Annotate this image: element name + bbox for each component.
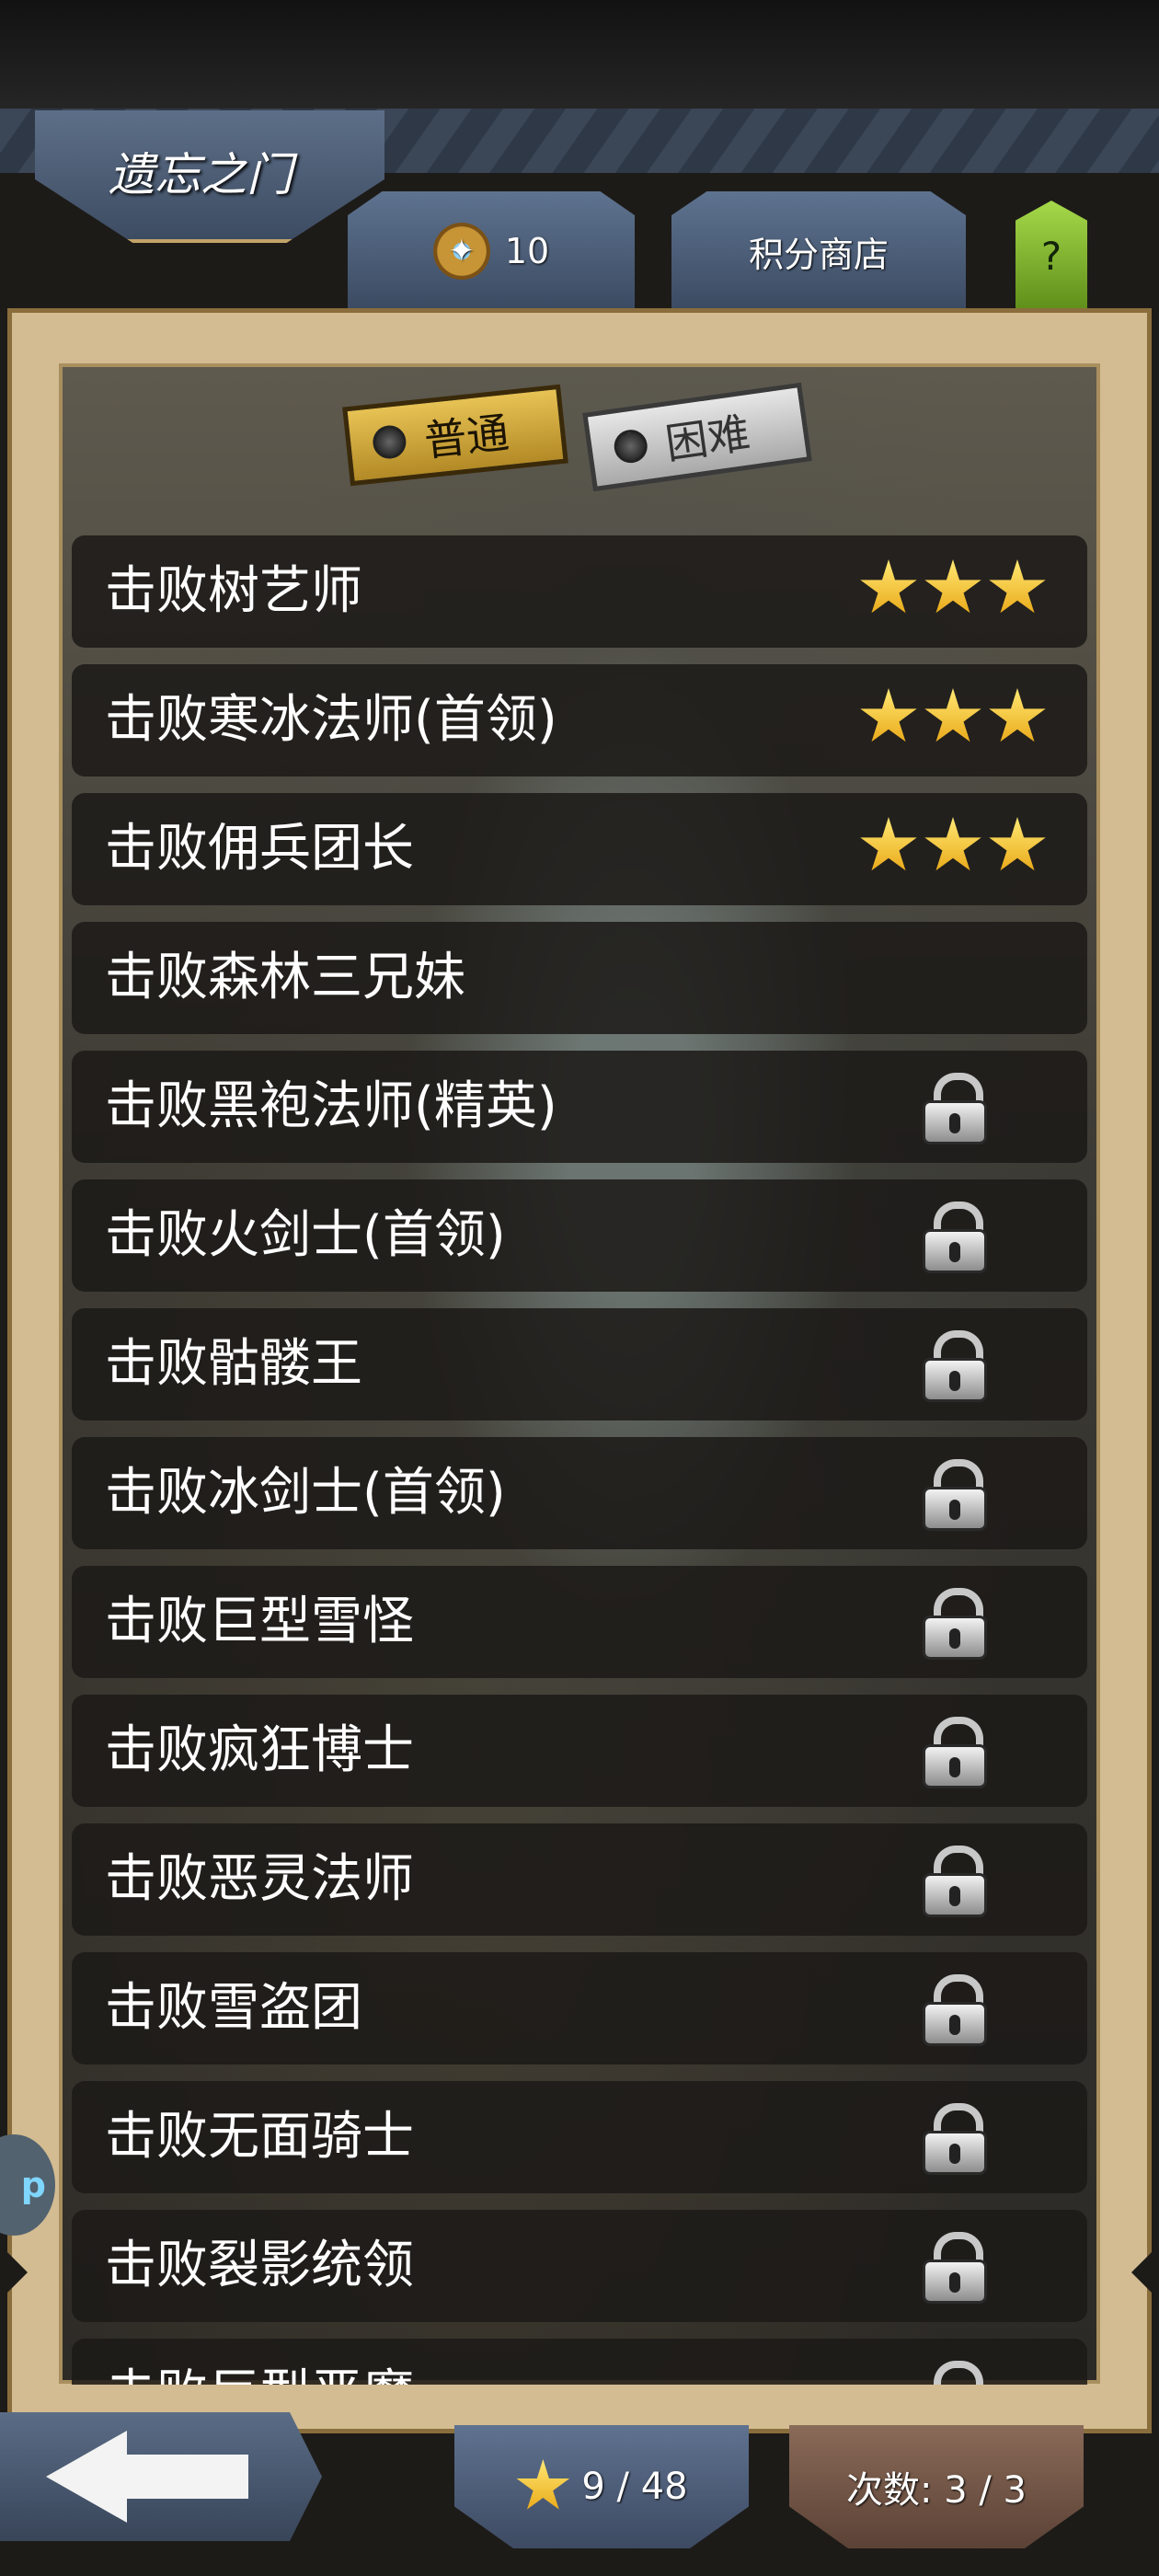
quest-row[interactable]: 击败寒冰法师(首领) [72, 664, 1087, 776]
quest-row[interactable]: 击败佣兵团长 [72, 793, 1087, 905]
side-bubble-label: p [20, 2165, 46, 2205]
lock-icon [923, 1974, 987, 2046]
attempts-value: 次数: 3 / 3 [846, 2469, 1027, 2512]
star-icon [924, 559, 981, 614]
star-icon [516, 2459, 570, 2510]
star-icon [989, 688, 1046, 742]
quest-label: 击败佣兵团长 [105, 819, 414, 879]
lock-icon [923, 1330, 987, 1402]
attempts-counter: 次数: 3 / 3 [789, 2425, 1084, 2548]
quest-row[interactable]: 击败疯狂博士 [72, 1695, 1087, 1807]
quest-label: 击败树艺师 [105, 561, 362, 621]
star-icon [924, 688, 981, 742]
quest-label: 击败寒冰法师(首领) [105, 690, 557, 750]
quest-label: 击败雪盗团 [105, 1978, 362, 2038]
points-shop-button[interactable]: 积分商店 [671, 191, 966, 311]
quest-row[interactable]: 击败黑袍法师(精英) [72, 1051, 1087, 1163]
quest-row[interactable]: 击败恶灵法师 [72, 1823, 1087, 1936]
quest-row[interactable]: 击败巨型恶魔 [72, 2339, 1087, 2385]
quest-label: 击败黑袍法师(精英) [105, 1076, 557, 1136]
star-icon [860, 688, 917, 742]
quest-label: 击败无面骑士 [105, 2107, 414, 2167]
quest-row[interactable]: 击败冰剑士(首领) [72, 1437, 1087, 1549]
points-value: 10 [504, 231, 550, 271]
quest-row[interactable]: 击败裂影统领 [72, 2210, 1087, 2322]
quest-row[interactable]: 击败树艺师 [72, 535, 1087, 648]
help-label: ? [1040, 233, 1062, 279]
tab-normal-label: 普通 [421, 408, 511, 466]
lock-icon [923, 1459, 987, 1531]
quest-label: 击败骷髅王 [105, 1334, 362, 1394]
star-rating [859, 559, 1047, 618]
star-total: 9 / 48 [454, 2425, 749, 2548]
star-rating [859, 817, 1047, 876]
quest-row[interactable]: 击败巨型雪怪 [72, 1566, 1087, 1678]
quest-label: 击败巨型雪怪 [105, 1592, 414, 1651]
quest-row[interactable]: 击败骷髅王 [72, 1308, 1087, 1420]
lock-icon [923, 1846, 987, 1917]
star-icon [989, 559, 1046, 614]
star-total-value: 9 / 48 [581, 2466, 688, 2508]
lock-icon [923, 2361, 987, 2385]
quest-label: 击败森林三兄妹 [105, 948, 465, 1007]
lock-icon [923, 1717, 987, 1788]
lock-icon [923, 2103, 987, 2175]
quest-label: 击败火剑士(首领) [105, 1205, 506, 1265]
lock-icon [923, 2232, 987, 2304]
quest-label: 击败裂影统领 [105, 2236, 414, 2295]
tab-normal-indicator-icon [371, 423, 408, 461]
quest-row[interactable]: 击败森林三兄妹 [72, 922, 1087, 1034]
star-icon [989, 817, 1046, 871]
quest-row[interactable]: 击败雪盗团 [72, 1952, 1087, 2064]
quest-row[interactable]: 击败火剑士(首领) [72, 1179, 1087, 1292]
quest-label: 击败恶灵法师 [105, 1849, 414, 1909]
points-shop-label: 积分商店 [748, 234, 889, 275]
quest-label: 击败疯狂博士 [105, 1720, 414, 1780]
tab-hard-indicator-icon [612, 427, 650, 466]
top-bar [0, 0, 1159, 110]
star-icon [924, 817, 981, 871]
quest-label: 击败巨型恶魔 [105, 2339, 414, 2385]
star-icon [860, 559, 917, 614]
help-button[interactable]: ? [1016, 201, 1087, 311]
lock-icon [923, 1073, 987, 1144]
lock-icon [923, 1588, 987, 1660]
star-icon [860, 817, 917, 871]
back-button[interactable] [0, 2412, 322, 2541]
tab-hard-label: 困难 [662, 408, 753, 469]
lock-icon [923, 1202, 987, 1273]
quest-label: 击败冰剑士(首领) [105, 1463, 506, 1523]
page-title: 遗忘之门 [109, 148, 293, 201]
quest-row[interactable]: 击败无面骑士 [72, 2081, 1087, 2193]
quest-list[interactable]: 击败树艺师 击败寒冰法师(首领) 击败佣兵团长 击败森林三兄妹 击败黑袍法师(精… [72, 535, 1087, 2385]
back-arrow-icon [46, 2431, 248, 2523]
points-display: ✦ 10 [348, 191, 635, 311]
medal-icon: ✦ [432, 223, 490, 280]
star-rating [859, 688, 1047, 747]
